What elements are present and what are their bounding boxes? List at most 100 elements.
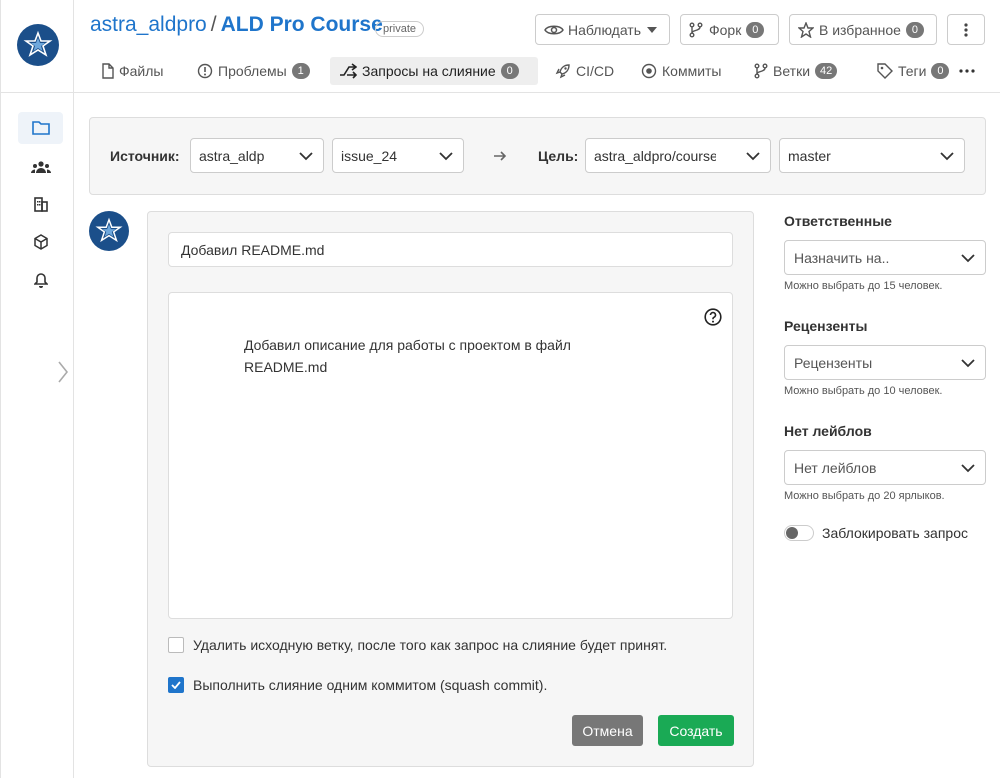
source-repo-select[interactable]: astra_aldp [190,138,324,173]
tab-issues[interactable]: Проблемы 1 [188,57,319,85]
branch-icon [754,63,768,79]
squash-option[interactable]: Выполнить слияние одним коммитом (squash… [168,677,547,693]
delete-branch-option[interactable]: Удалить исходную ветку, после того как з… [168,637,667,653]
assignees-hint: Можно выбрать до 15 человек. [784,280,943,292]
labels-title: Нет лейблов [784,423,872,439]
source-repo-value: astra_aldp [199,147,265,164]
star-icon [798,21,814,38]
lock-toggle[interactable] [784,525,814,541]
merge-request-form: Добавил README.md Добавил описание для р… [147,211,754,767]
tab-tags[interactable]: Теги 0 [868,57,958,85]
package-icon[interactable] [18,226,63,258]
organization-icon[interactable] [18,188,63,220]
labels-hint: Можно выбрать до 20 ярлыков. [784,490,945,502]
star-count: 0 [905,21,924,38]
tabs-more-button[interactable] [955,57,984,85]
branch-selector-bar: Источник: astra_aldp issue_24 Цель: astr… [89,117,986,195]
kebab-icon [964,22,968,37]
create-button[interactable]: Создать [658,715,734,746]
reviewers-placeholder: Рецензенты [794,354,873,371]
repo-name-link[interactable]: ALD Pro Course [221,13,383,36]
tab-label: CI/CD [576,63,615,79]
labels-select[interactable]: Нет лейблов [784,450,986,485]
chevron-right-icon[interactable] [53,358,73,386]
chevron-down-icon [940,152,954,161]
target-repo-value: astra_aldpro/course [594,147,716,164]
more-horizontal-icon [959,69,975,73]
cancel-button[interactable]: Отмена [572,715,643,746]
title-input[interactable]: Добавил README.md [168,232,733,267]
source-branch-select[interactable]: issue_24 [332,138,464,173]
squash-checkbox[interactable] [168,677,184,693]
tab-count: 42 [815,63,838,79]
target-branch-value: master [788,147,831,164]
tab-files[interactable]: Файлы [93,57,172,85]
tab-count: 1 [291,63,310,79]
tab-label: Проблемы [218,63,287,79]
target-branch-select[interactable]: master [779,138,965,173]
arrow-right-icon [494,151,507,161]
tab-cicd[interactable]: CI/CD [546,57,623,85]
rocket-icon [555,64,570,79]
projects-icon[interactable] [18,112,63,144]
groups-icon[interactable] [18,151,63,183]
target-label: Цель: [538,148,579,164]
delete-branch-label: Удалить исходную ветку, после того как з… [193,637,668,653]
issue-icon [197,63,213,79]
watch-label: Наблюдать [568,21,642,38]
tab-commits[interactable]: Коммиты [632,57,731,85]
source-branch-value: issue_24 [341,147,398,164]
watch-button[interactable]: Наблюдать [535,14,670,45]
lock-label: Заблокировать запрос [822,525,968,541]
check-icon [171,681,181,689]
star-button[interactable]: В избранное 0 [789,14,937,45]
commit-icon [641,63,657,79]
tab-count: 0 [500,63,519,79]
avatar [89,211,129,251]
delete-branch-checkbox[interactable] [168,637,184,653]
repo-title: astra_aldpro / ALD Pro Course [90,13,383,37]
description-text: Добавил описание для работы с проектом в… [244,337,571,375]
assignees-title: Ответственные [784,213,892,229]
reviewers-select[interactable]: Рецензенты [784,345,986,380]
tab-label: Теги [898,63,927,79]
more-actions-button[interactable] [947,14,985,45]
help-icon[interactable] [704,308,722,326]
bell-icon[interactable] [18,264,63,296]
star-label: В избранное [819,21,901,38]
reviewers-hint: Можно выбрать до 10 человек. [784,385,943,397]
file-icon [102,63,114,79]
tab-label: Файлы [119,63,164,79]
tab-merge-requests[interactable]: Запросы на слияние 0 [330,57,538,85]
repo-owner-link[interactable]: astra_aldpro [90,13,207,36]
tab-count: 0 [931,63,950,79]
assignees-select[interactable]: Назначить на.. [784,240,986,275]
lock-request-option[interactable]: Заблокировать запрос [784,525,968,541]
merge-request-icon [340,63,357,79]
chevron-down-icon [439,152,453,161]
chevron-down-icon [961,464,975,473]
fork-count: 0 [746,21,765,38]
logo-icon[interactable] [17,24,59,66]
fork-label: Форк [709,21,742,38]
target-repo-select[interactable]: astra_aldpro/course [585,138,771,173]
caret-down-icon [647,26,658,33]
chevron-down-icon [746,152,760,161]
fork-icon [689,22,703,37]
tab-label: Ветки [773,63,811,79]
reviewers-title: Рецензенты [784,318,868,334]
tag-icon [877,63,893,79]
tab-label: Коммиты [662,63,722,79]
labels-placeholder: Нет лейблов [794,459,877,476]
assignees-placeholder: Назначить на.. [794,249,890,266]
tab-branches[interactable]: Ветки 42 [745,57,846,85]
tab-label: Запросы на слияние [362,63,496,79]
visibility-badge: private [375,21,425,37]
chevron-down-icon [961,359,975,368]
description-textarea[interactable]: Добавил описание для работы с проектом в… [168,292,733,619]
fork-button[interactable]: Форк 0 [680,14,779,45]
sidebar [0,0,75,778]
chevron-down-icon [961,254,975,263]
source-label: Источник: [110,148,180,164]
chevron-down-icon [299,152,313,161]
